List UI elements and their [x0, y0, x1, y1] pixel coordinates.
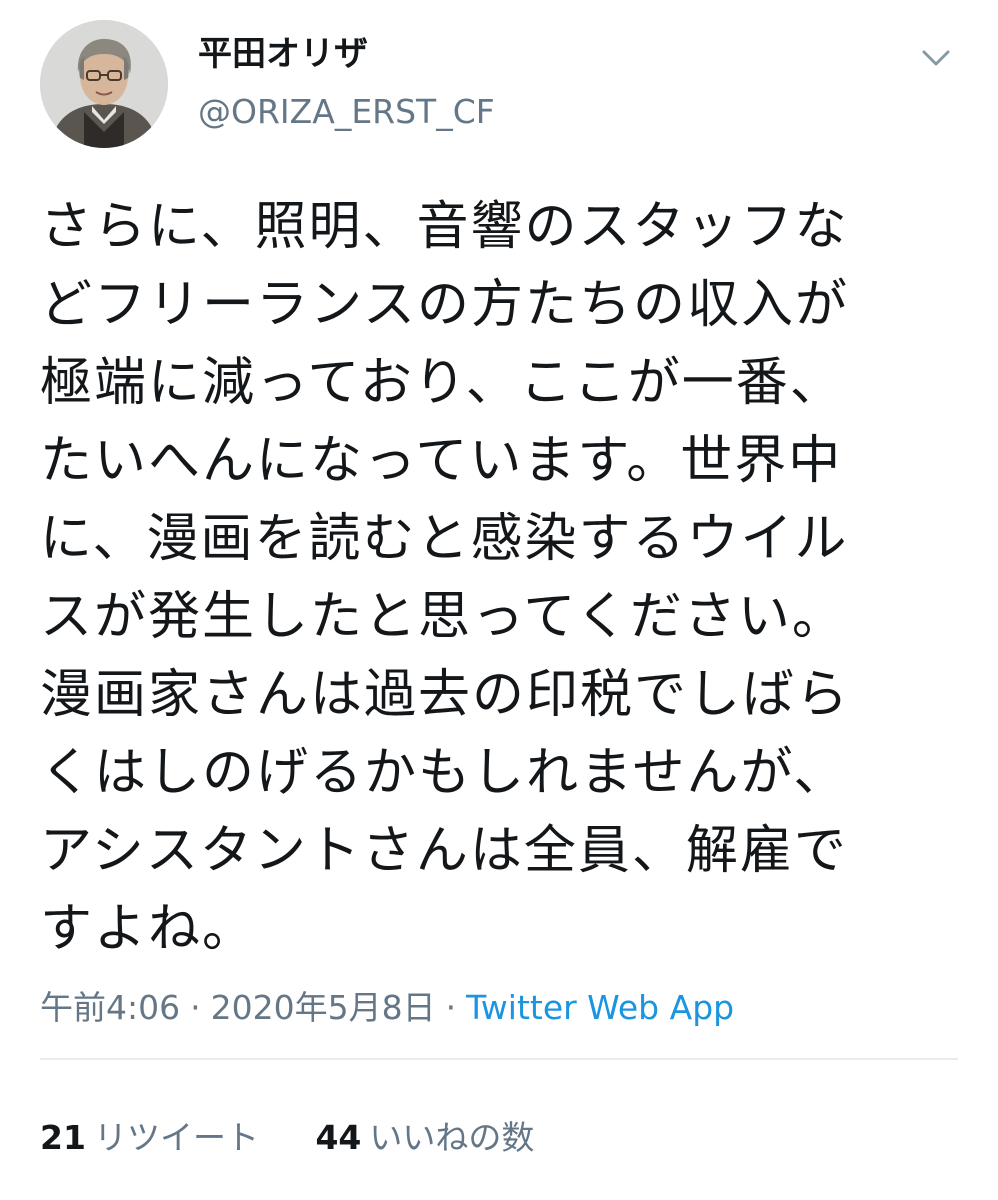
tweet-text-line: に、漫画を読むと感染するウイル: [40, 509, 849, 569]
tweet-header: 平田オリザ @ORIZA_ERST_CF: [40, 20, 958, 150]
tweet-text: さらに、照明、音響のスタッフな どフリーランスの方たちの収入が 極端に減っており…: [40, 188, 940, 968]
tweet-text-line: スが発生したと思ってください。: [40, 587, 846, 647]
user-avatar[interactable]: [40, 20, 168, 148]
tweet-text-line: くはしのげるかもしれませんが、: [40, 743, 848, 803]
tweet-text-line: 極端に減っており、ここが一番、: [40, 353, 844, 413]
chevron-down-icon: [922, 50, 950, 66]
tweet-card: 平田オリザ @ORIZA_ERST_CF さらに、照明、音響のスタッフな どフリ…: [0, 0, 998, 1200]
tweet-text-line: アシスタントさんは全員、解雇で: [40, 821, 848, 881]
tweet-text-line: すよね。: [40, 899, 257, 959]
user-handle[interactable]: @ORIZA_ERST_CF: [198, 90, 495, 134]
tweet-text-line: さらに、照明、音響のスタッフな: [40, 197, 849, 257]
tweet-meta: 午前4:06 · 2020年5月8日 · Twitter Web App: [40, 984, 734, 1032]
meta-separator: ·: [445, 988, 457, 1027]
likes-label: いいねの数: [369, 1118, 535, 1157]
tweet-text-line: たいへんになっています。世界中: [40, 431, 843, 491]
tweet-text-line: 漫画家さんは過去の印税でしばら: [40, 665, 851, 725]
meta-separator: ·: [190, 988, 201, 1027]
likes-stat[interactable]: 44 いいねの数: [315, 1114, 534, 1162]
tweet-menu-button[interactable]: [916, 38, 956, 78]
divider: [40, 1058, 958, 1060]
retweets-label: リツイート: [93, 1118, 259, 1157]
retweets-stat[interactable]: 21 リツイート: [40, 1114, 259, 1162]
likes-count: 44: [315, 1118, 362, 1157]
retweets-count: 21: [40, 1118, 86, 1157]
tweet-text-line: どフリーランスの方たちの収入が: [40, 275, 849, 335]
user-names: 平田オリザ @ORIZA_ERST_CF: [198, 32, 495, 134]
tweet-source-link[interactable]: Twitter Web App: [466, 988, 734, 1027]
tweet-stats: 21 リツイート 44 いいねの数: [40, 1114, 580, 1162]
tweet-time[interactable]: 午前4:06: [40, 988, 180, 1027]
tweet-date[interactable]: 2020年5月8日: [211, 988, 436, 1027]
avatar-portrait-icon: [40, 20, 168, 148]
display-name[interactable]: 平田オリザ: [198, 32, 495, 76]
